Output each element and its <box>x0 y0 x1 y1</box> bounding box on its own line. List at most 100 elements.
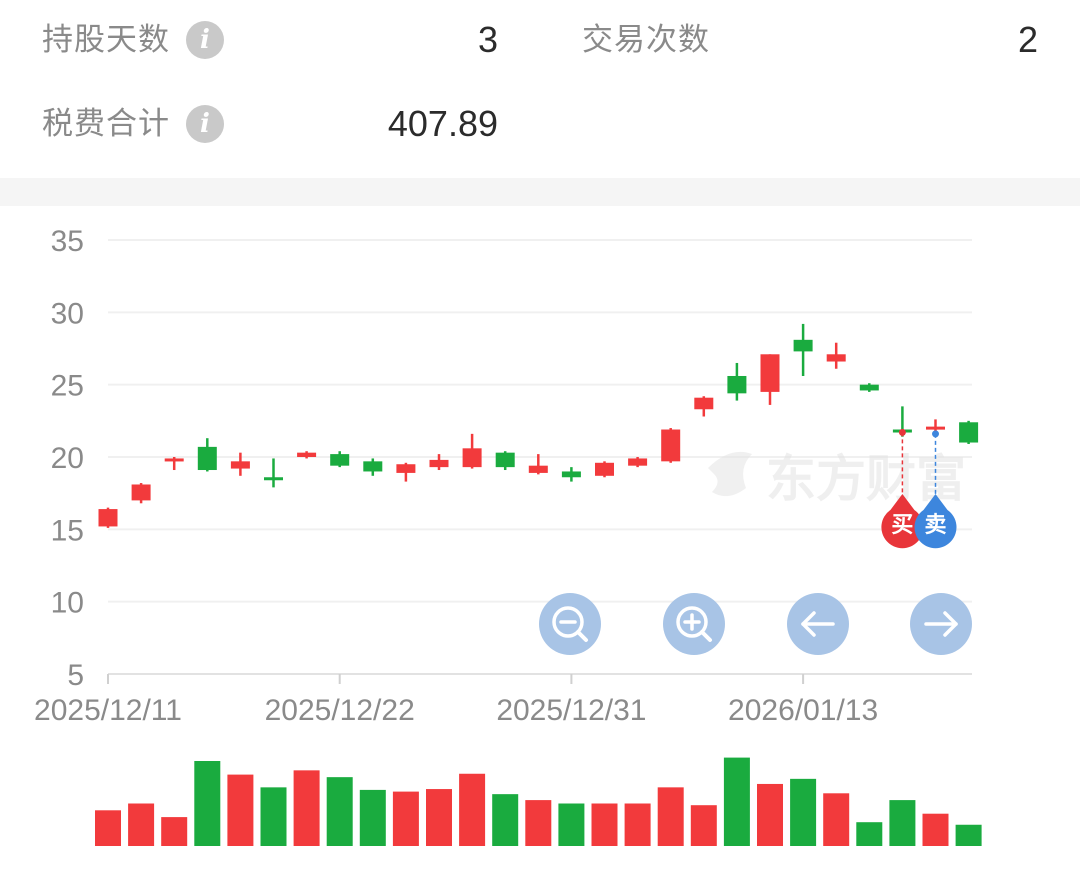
candle-body <box>495 452 515 468</box>
candle <box>363 458 383 476</box>
volume-bar <box>889 800 916 846</box>
holding-days-value: 3 <box>477 19 498 60</box>
volume-bar <box>558 803 585 846</box>
candle-body <box>396 464 416 473</box>
volume-bar <box>359 789 386 846</box>
candle <box>595 461 614 478</box>
volume-bar <box>823 793 850 846</box>
candle-body <box>727 375 747 394</box>
buy-marker-point <box>898 428 906 436</box>
brand-logo-icon <box>708 451 752 497</box>
candle-body <box>760 354 780 392</box>
info-icon[interactable]: i <box>186 21 224 59</box>
zoom-in-icon <box>676 606 712 642</box>
volume-bar <box>194 761 221 846</box>
candle-body <box>429 459 449 468</box>
volume-bar <box>856 822 883 846</box>
candle-body <box>859 384 879 391</box>
candle-body <box>694 397 714 410</box>
candle-body <box>661 429 681 462</box>
candle-body <box>363 461 383 472</box>
buy-marker-label: 买 <box>891 513 913 538</box>
candle-body <box>297 452 317 457</box>
volume-bar <box>955 824 982 846</box>
watermark: 东方财富 <box>708 450 966 508</box>
candle-body <box>131 484 151 501</box>
zoom-in-button[interactable] <box>663 593 725 655</box>
volume-bar <box>723 757 750 846</box>
pan-right-button[interactable] <box>910 593 972 655</box>
volume-bars <box>95 757 982 846</box>
candle-body <box>926 426 945 430</box>
trade-count-value: 2 <box>1017 19 1038 60</box>
candle <box>264 458 283 488</box>
y-tick-label: 25 <box>51 370 84 403</box>
volume-bar <box>161 817 188 846</box>
zoom-out-button[interactable] <box>539 593 601 655</box>
candle-body <box>197 446 217 471</box>
candle <box>197 438 217 472</box>
candle <box>131 483 151 504</box>
fees-label: 税费合计 <box>42 106 170 142</box>
volume-bar <box>95 810 121 846</box>
x-tick-label: 2025/12/31 <box>496 694 646 727</box>
candle-body <box>98 509 118 527</box>
volume-bar <box>227 774 254 846</box>
volume-bar <box>293 770 320 846</box>
volume-bar <box>525 800 552 846</box>
y-tick-label: 15 <box>51 514 84 547</box>
section-divider <box>0 178 1080 206</box>
pan-left-button[interactable] <box>787 593 849 655</box>
fees-value: 407.89 <box>387 103 498 144</box>
volume-bar <box>591 803 618 846</box>
candle-body <box>826 354 846 362</box>
sell-marker-point <box>932 430 939 438</box>
candle <box>727 362 747 401</box>
trade-count-label: 交易次数 <box>582 22 710 58</box>
candle-body <box>330 454 350 466</box>
volume-bar <box>459 773 486 846</box>
volume-bar <box>128 803 155 846</box>
x-tick-label: 2025/12/11 <box>34 694 182 727</box>
volume-bar <box>392 791 419 846</box>
volume-bar <box>657 787 684 846</box>
volume-bar <box>790 778 817 846</box>
candle <box>793 323 813 376</box>
x-tick-label: 2026/01/13 <box>728 694 878 727</box>
volume-bar <box>426 789 452 846</box>
candle <box>661 428 681 463</box>
y-tick-label: 20 <box>51 442 84 475</box>
y-tick-label: 5 <box>67 659 84 692</box>
volume-bar <box>922 813 949 846</box>
candle-body <box>595 462 614 476</box>
holding-days-label: 持股天数 <box>42 22 170 58</box>
arrow-left-icon <box>801 611 835 637</box>
candle <box>959 420 979 444</box>
volume-bar <box>492 794 519 846</box>
candle-body <box>528 465 548 473</box>
kline-chart[interactable]: 东方财富 3530252015105 2025/12/11 2025/12/22 2… <box>0 206 1080 895</box>
y-tick-label: 30 <box>51 297 84 330</box>
candle <box>98 507 118 528</box>
grid-lines <box>108 239 972 603</box>
candle-body <box>164 458 184 462</box>
candle-body <box>959 422 979 443</box>
candle <box>330 451 350 468</box>
volume-bar <box>260 787 287 846</box>
candle <box>164 457 184 471</box>
x-axis: 2025/12/11 2025/12/22 2025/12/31 2026/01/13 <box>34 673 972 727</box>
y-tick-label: 10 <box>51 587 84 620</box>
zoom-out-icon <box>552 606 588 642</box>
sell-marker-label: 卖 <box>924 512 946 538</box>
trade-summary: 持股天数 i 3 交易次数 2 税费合计 i 407.89 <box>0 0 1080 178</box>
candle <box>628 457 648 468</box>
candle <box>462 433 482 469</box>
y-tick-label: 35 <box>51 225 84 258</box>
candle-body <box>264 477 283 481</box>
info-icon[interactable]: i <box>186 105 224 143</box>
candle <box>561 467 581 482</box>
candle-body <box>628 458 648 466</box>
candle-body <box>230 461 250 469</box>
candle <box>396 462 416 482</box>
candle <box>694 396 714 417</box>
